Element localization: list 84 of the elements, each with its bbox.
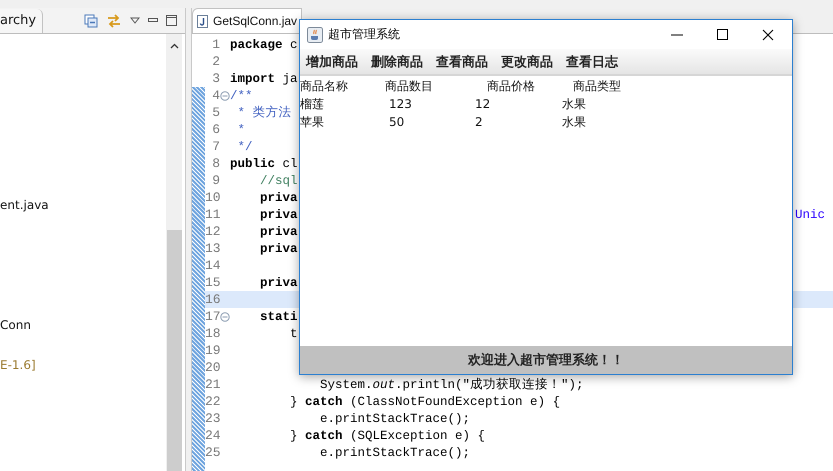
fold-icon[interactable] [220,312,230,322]
line-number: 2 [211,54,220,69]
maximize-icon[interactable] [717,29,728,40]
code-text: } catch (ClassNotFoundException e) { [289,394,560,408]
line-number: 13 [205,241,220,256]
collapse-all-icon[interactable] [84,14,98,28]
code-text: priva [259,208,298,222]
line-number: 1 [211,37,220,52]
line-number: 10 [205,190,220,205]
table-cell-text: 123 [388,97,413,111]
code-text: e.printStackTrace(); [319,446,470,460]
menu-item[interactable]: 增加商品 [306,52,358,70]
line-number: 9 [211,173,220,188]
view-menu-icon[interactable] [130,17,140,24]
maximize-icon[interactable] [166,15,177,26]
menu-item[interactable]: 更改商品 [501,52,553,70]
code-text: t [289,326,298,340]
window-title: 超市管理系统 [328,26,400,43]
code-text: Unic [794,208,825,222]
code-text: priva [259,276,298,290]
line-number: 3 [211,71,220,86]
line-number: 7 [211,139,220,154]
code-text: stati [259,310,298,324]
line-number: 24 [205,428,220,443]
code-text: priva [259,224,298,238]
code-text: priva [259,190,298,204]
line-number: 22 [205,394,220,409]
table-cell-text: 水果 [562,114,587,130]
line-number: 19 [205,343,220,358]
column-header: 商品类型 [572,78,622,94]
column-header: 商品数目 [385,78,434,94]
tab-title: GetSqlConn.jav [213,14,298,28]
code-text: /** [230,88,253,102]
minimize-icon[interactable] [671,34,683,36]
menu-item[interactable]: 查看商品 [436,52,488,70]
table-cell-text: 50 [388,115,406,129]
scroll-up-icon[interactable] [170,43,178,49]
code-text: System.out.println("成功获取连接！"); [319,376,584,393]
tree-item[interactable]: ent.java [0,196,166,214]
tree-item[interactable]: E-1.6] [0,356,166,374]
line-number: 18 [205,326,220,341]
line-number: 8 [211,156,220,171]
code-text: //sql [259,174,298,188]
column-header: 商品名称 [300,78,349,94]
code-text: * [236,122,246,136]
code-text: */ [236,140,253,154]
menu-item[interactable]: 删除商品 [371,52,423,70]
line-number: 14 [205,258,220,273]
code-text: e.printStackTrace(); [319,412,470,426]
line-number: 21 [205,377,220,392]
line-number: 11 [205,207,220,222]
close-icon[interactable] [762,28,774,40]
line-number: 6 [211,122,220,137]
line-number: 4 [211,88,220,103]
line-number: 16 [205,292,220,307]
scrollbar[interactable] [166,34,182,471]
fold-icon[interactable] [220,90,230,100]
tree-item[interactable]: Conn [0,316,166,334]
coffee-cup-icon [307,26,323,42]
line-number: 12 [205,224,220,239]
line-number: 15 [205,275,220,290]
table-cell-text: 榴莲 [300,96,325,112]
code-text: package c [230,38,298,52]
table-cell-text: 水果 [562,96,587,112]
table-cell-text: 苹果 [300,114,325,130]
table-cell-text: 12 [475,97,492,111]
code-text: import ja [230,72,298,86]
line-number: 23 [205,411,220,426]
status-bar: 欢迎进入超市管理系统！！ [300,346,792,374]
code-text: * 类方法 [236,104,292,121]
minimize-icon[interactable] [148,18,158,23]
code-text: public cl [230,156,298,170]
view-tab[interactable]: archy [0,8,44,32]
line-number: 17 [205,309,220,324]
code-text: } catch (SQLException e) { [289,428,486,442]
menu-item[interactable]: 查看日志 [566,52,618,70]
editor-tab[interactable]: GetSqlConn.jav [192,8,302,33]
line-number: 20 [205,360,220,375]
java-file-icon [197,14,208,28]
table-cell-text: 2 [475,115,484,129]
code-text: priva [259,242,298,256]
line-number: 25 [205,445,220,460]
column-header: 商品价格 [486,78,536,94]
line-number: 5 [211,105,220,120]
